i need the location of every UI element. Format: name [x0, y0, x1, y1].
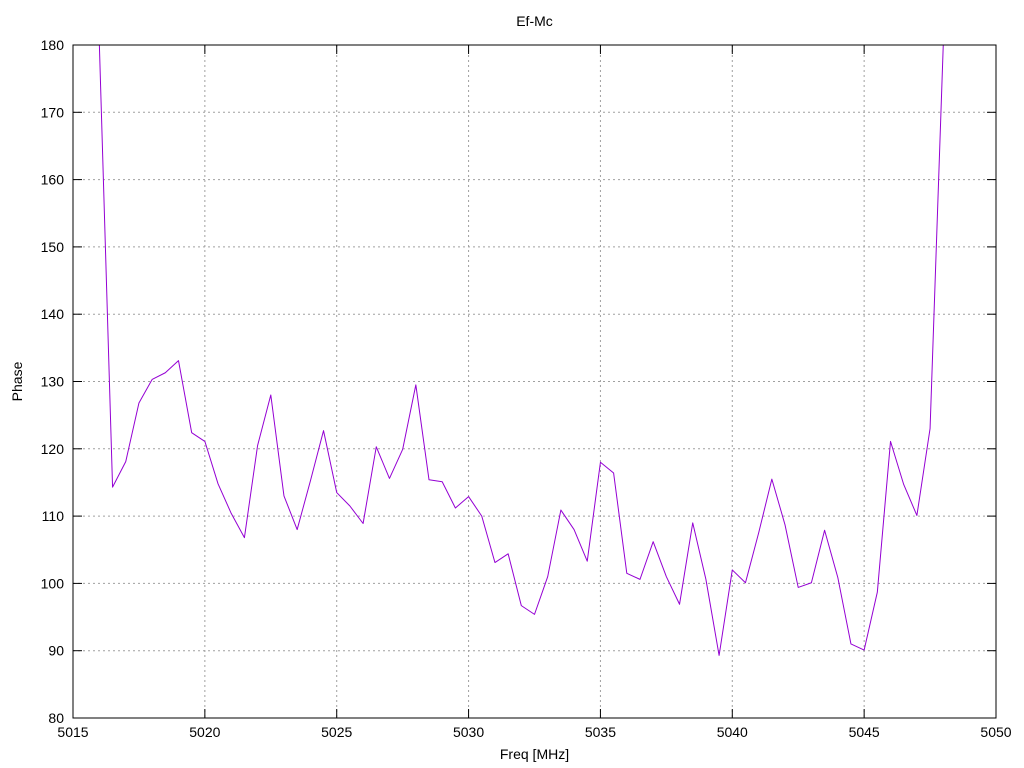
x-tick-label: 5020 [189, 724, 220, 740]
x-tick-label: 5035 [585, 724, 616, 740]
y-tick-label: 160 [41, 172, 65, 188]
chart-title: Ef-Mc [516, 13, 553, 29]
y-tick-label: 130 [41, 374, 65, 390]
y-tick-label: 120 [41, 441, 65, 457]
y-tick-label: 140 [41, 306, 65, 322]
y-tick-label: 80 [48, 710, 64, 726]
x-tick-label: 5030 [453, 724, 484, 740]
x-tick-label: 5050 [980, 724, 1011, 740]
x-axis-label: Freq [MHz] [500, 746, 569, 762]
y-tick-label: 110 [42, 508, 65, 524]
y-tick-label: 170 [41, 104, 65, 120]
y-axis-label: Phase [9, 361, 25, 401]
y-tick-label: 180 [41, 37, 65, 53]
y-tick-label: 100 [41, 575, 65, 591]
plot-background [0, 0, 1024, 768]
x-tick-label: 5040 [717, 724, 748, 740]
y-tick-label: 90 [48, 643, 64, 659]
line-chart: 5015 5020 5025 5030 5035 5040 5045 5050 80 90 100… [0, 0, 1024, 768]
y-tick-label: 150 [41, 239, 65, 255]
x-tick-label: 5015 [57, 724, 88, 740]
x-tick-label: 5025 [321, 724, 352, 740]
x-tick-label: 5045 [849, 724, 880, 740]
